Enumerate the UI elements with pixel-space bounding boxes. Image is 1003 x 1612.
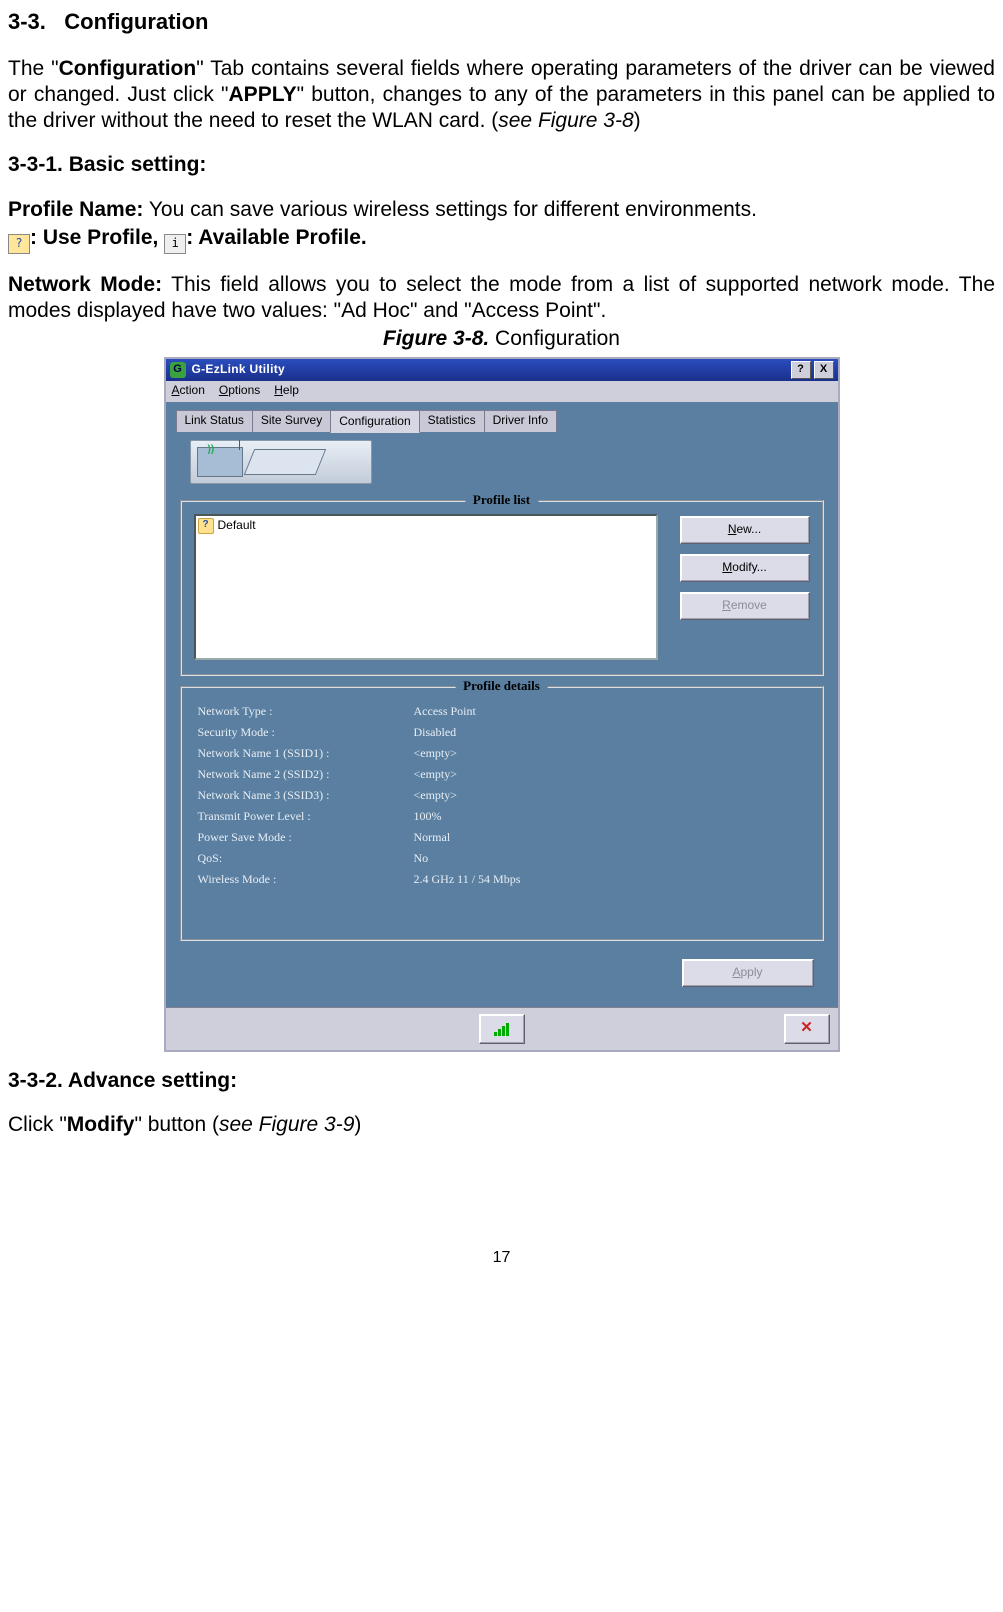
menu-help[interactable]: Help: [274, 383, 299, 398]
hero-image: )): [176, 440, 828, 492]
heading-3-3-1: 3-3-1. Basic setting:: [8, 152, 995, 178]
list-item[interactable]: ? Default: [198, 518, 654, 534]
details-table: Network Type :Access Point Security Mode…: [194, 700, 810, 891]
work-area: Link Status Site Survey Configuration St…: [166, 402, 838, 1007]
status-bar: ✕: [166, 1007, 838, 1050]
table-row: Network Name 3 (SSID3) :<empty>: [196, 786, 808, 805]
help-button[interactable]: ?: [791, 361, 811, 379]
profile-details-group: Profile details Network Type :Access Poi…: [180, 686, 824, 941]
signal-icon: [494, 1022, 510, 1036]
table-row: QoS:No: [196, 849, 808, 868]
modify-instruction: Click "Modify" button (see Figure 3-9): [8, 1112, 995, 1138]
heading-3-3-2: 3-3-2. Advance setting:: [8, 1068, 995, 1094]
signal-button[interactable]: [479, 1014, 525, 1044]
profile-item-label: Default: [218, 518, 256, 533]
tab-strip: Link Status Site Survey Configuration St…: [176, 410, 828, 432]
tab-driver-info[interactable]: Driver Info: [484, 410, 557, 432]
tab-statistics[interactable]: Statistics: [419, 410, 485, 432]
tab-site-survey[interactable]: Site Survey: [252, 410, 331, 432]
exit-button[interactable]: ✕: [784, 1014, 830, 1044]
titlebar: G G-EzLink Utility ? X: [166, 359, 838, 381]
profile-name-desc: Profile Name: You can save various wirel…: [8, 197, 995, 223]
table-row: Power Save Mode :Normal: [196, 828, 808, 847]
app-icon: G: [170, 362, 186, 378]
table-row: Wireless Mode : 2.4 GHz 11 / 54 Mbps: [196, 870, 808, 889]
menu-action[interactable]: Action: [172, 383, 205, 398]
profile-list-group: Profile list ? Default New... Modify... …: [180, 500, 824, 676]
use-profile-icon: ?: [198, 518, 214, 534]
table-row: Network Name 2 (SSID2) :<empty>: [196, 765, 808, 784]
close-button[interactable]: X: [814, 361, 834, 379]
app-window: G G-EzLink Utility ? X Action Options He…: [164, 357, 840, 1052]
profile-list-title: Profile list: [465, 492, 538, 508]
page-number: 17: [8, 1248, 995, 1268]
tab-link-status[interactable]: Link Status: [176, 410, 253, 432]
new-button[interactable]: New...: [680, 516, 810, 544]
apply-button[interactable]: Apply: [682, 959, 814, 987]
paragraph-intro: The "Configuration" Tab contains several…: [8, 56, 995, 135]
figure-caption: Figure 3-8. Configuration: [8, 326, 995, 352]
modify-button[interactable]: Modify...: [680, 554, 810, 582]
section-heading: 3-3. Configuration: [8, 8, 995, 36]
use-profile-icon: ?: [8, 234, 30, 254]
network-mode-desc: Network Mode: This field allows you to s…: [8, 272, 995, 325]
table-row: Network Name 1 (SSID1) :<empty>: [196, 744, 808, 763]
app-title: G-EzLink Utility: [192, 362, 791, 377]
remove-button[interactable]: Remove: [680, 592, 810, 620]
table-row: Network Type :Access Point: [196, 702, 808, 721]
table-row: Security Mode :Disabled: [196, 723, 808, 742]
router-icon: )): [197, 447, 243, 477]
close-icon: ✕: [800, 1019, 813, 1038]
profile-details-title: Profile details: [455, 678, 548, 694]
table-row: Transmit Power Level :100%: [196, 807, 808, 826]
profile-listbox[interactable]: ? Default: [194, 514, 658, 660]
wlan-card-icon: [243, 449, 326, 475]
profile-icons-line: ?: Use Profile, i: Available Profile.: [8, 225, 995, 254]
tab-configuration[interactable]: Configuration: [330, 410, 419, 433]
available-profile-icon: i: [164, 234, 186, 254]
menubar: Action Options Help: [166, 381, 838, 402]
menu-options[interactable]: Options: [219, 383, 260, 398]
